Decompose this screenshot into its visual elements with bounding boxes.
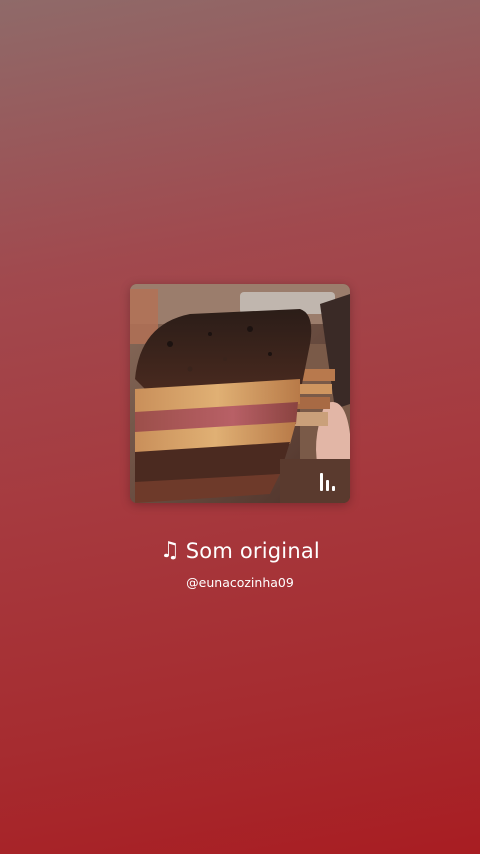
audio-title-row[interactable]: ♫ Som original bbox=[0, 537, 480, 565]
audio-author-link[interactable]: @eunacozinha09 bbox=[0, 574, 480, 592]
music-note-icon: ♫ bbox=[160, 538, 180, 563]
audio-title: Som original bbox=[185, 539, 320, 563]
equalizer-bars-icon bbox=[320, 471, 338, 491]
cover-image bbox=[130, 284, 350, 503]
audio-cover-thumbnail[interactable] bbox=[130, 284, 350, 503]
